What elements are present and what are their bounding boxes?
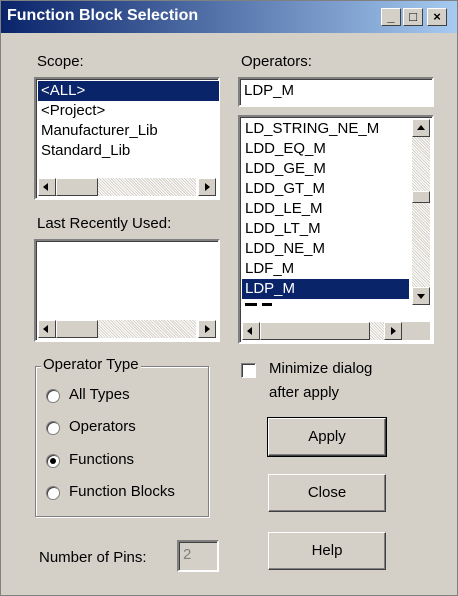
radio-functions-label[interactable]: Functions	[69, 451, 134, 468]
scroll-left-icon	[43, 325, 48, 333]
scope-item[interactable]: <ALL>	[38, 81, 219, 101]
close-button[interactable]: Close	[268, 474, 386, 512]
operators-listbox[interactable]: LD_STRING_NE_M LDD_EQ_M LDD_GE_M LDD_GT_…	[238, 115, 434, 344]
function-block-selection-dialog: Function Block Selection _ □ × Scope: <A…	[0, 0, 458, 596]
scroll-right-icon	[205, 325, 210, 333]
operators-hscroll-thumb[interactable]	[260, 322, 370, 340]
close-icon: ×	[433, 9, 441, 24]
radio-all-types[interactable]	[46, 389, 60, 403]
radio-operators[interactable]	[46, 421, 60, 435]
operator-item[interactable]: LDF_M	[242, 259, 294, 279]
last-used-label: Last Recently Used:	[37, 215, 172, 232]
operator-item-partial	[245, 303, 257, 306]
scope-hscroll-track[interactable]	[98, 178, 196, 196]
scroll-left-icon	[247, 327, 252, 335]
operators-hscroll-track[interactable]	[370, 322, 384, 340]
operator-item[interactable]: LDP_M	[242, 279, 409, 299]
last-used-hscroll-track[interactable]	[98, 320, 196, 338]
radio-selected-icon	[50, 458, 56, 464]
last-used-hscroll-thumb[interactable]	[56, 320, 98, 338]
maximize-icon: □	[409, 9, 417, 24]
scrollbar-corner	[402, 322, 430, 340]
minimize-icon: _	[387, 9, 395, 24]
scroll-up-button[interactable]	[412, 119, 430, 137]
minimize-label-line1[interactable]: Minimize dialog	[269, 360, 372, 377]
radio-function-blocks[interactable]	[46, 486, 60, 500]
operator-item-partial	[262, 303, 272, 306]
number-of-pins-field: 2	[177, 540, 219, 572]
scroll-left-button[interactable]	[242, 322, 260, 340]
operator-item[interactable]: LDD_LT_M	[242, 219, 321, 239]
scroll-right-icon	[391, 327, 396, 335]
operator-item[interactable]: LDD_GE_M	[242, 159, 326, 179]
operators-vscroll-track[interactable]	[412, 137, 430, 287]
operators-label: Operators:	[241, 53, 312, 70]
minimize-label-line2[interactable]: after apply	[269, 384, 339, 401]
operator-item[interactable]: LD_STRING_NE_M	[242, 119, 379, 139]
scope-label: Scope:	[37, 53, 84, 70]
scope-hscroll-thumb[interactable]	[56, 178, 98, 196]
operator-item[interactable]: LDD_LE_M	[242, 199, 323, 219]
scroll-right-icon	[205, 183, 210, 191]
operator-filter-input[interactable]: LDP_M	[238, 77, 434, 107]
window-title: Function Block Selection	[7, 7, 199, 24]
title-bar[interactable]: Function Block Selection _ □ ×	[1, 1, 457, 33]
scope-listbox[interactable]: <ALL> <Project> Manufacturer_Lib Standar…	[34, 77, 220, 200]
scope-item[interactable]: Standard_Lib	[38, 141, 130, 161]
operator-type-legend: Operator Type	[41, 356, 141, 373]
close-window-button[interactable]: ×	[427, 8, 447, 26]
scroll-up-icon	[417, 125, 425, 130]
scope-item[interactable]: Manufacturer_Lib	[38, 121, 158, 141]
minimize-checkbox[interactable]	[241, 363, 256, 378]
apply-button[interactable]: Apply	[267, 417, 387, 457]
scroll-right-button[interactable]	[198, 320, 216, 338]
operators-vscroll-thumb[interactable]	[412, 191, 430, 203]
scroll-right-button[interactable]	[384, 322, 402, 340]
operator-item[interactable]: LDD_NE_M	[242, 239, 325, 259]
help-button[interactable]: Help	[268, 532, 386, 570]
radio-operators-label[interactable]: Operators	[69, 418, 136, 435]
scroll-down-button[interactable]	[412, 287, 430, 305]
scroll-right-button[interactable]	[198, 178, 216, 196]
maximize-button[interactable]: □	[403, 8, 423, 26]
number-of-pins-label: Number of Pins:	[39, 549, 147, 566]
scroll-left-icon	[43, 183, 48, 191]
radio-function-blocks-label[interactable]: Function Blocks	[69, 483, 175, 500]
minimize-button[interactable]: _	[381, 8, 401, 26]
scroll-left-button[interactable]	[38, 178, 56, 196]
radio-all-types-label[interactable]: All Types	[69, 386, 130, 403]
scope-item[interactable]: <Project>	[38, 101, 105, 121]
operator-item[interactable]: LDD_EQ_M	[242, 139, 326, 159]
last-used-listbox[interactable]	[34, 239, 220, 342]
scroll-left-button[interactable]	[38, 320, 56, 338]
operator-item[interactable]: LDD_GT_M	[242, 179, 325, 199]
radio-functions[interactable]	[46, 454, 60, 468]
scroll-down-icon	[417, 294, 425, 299]
